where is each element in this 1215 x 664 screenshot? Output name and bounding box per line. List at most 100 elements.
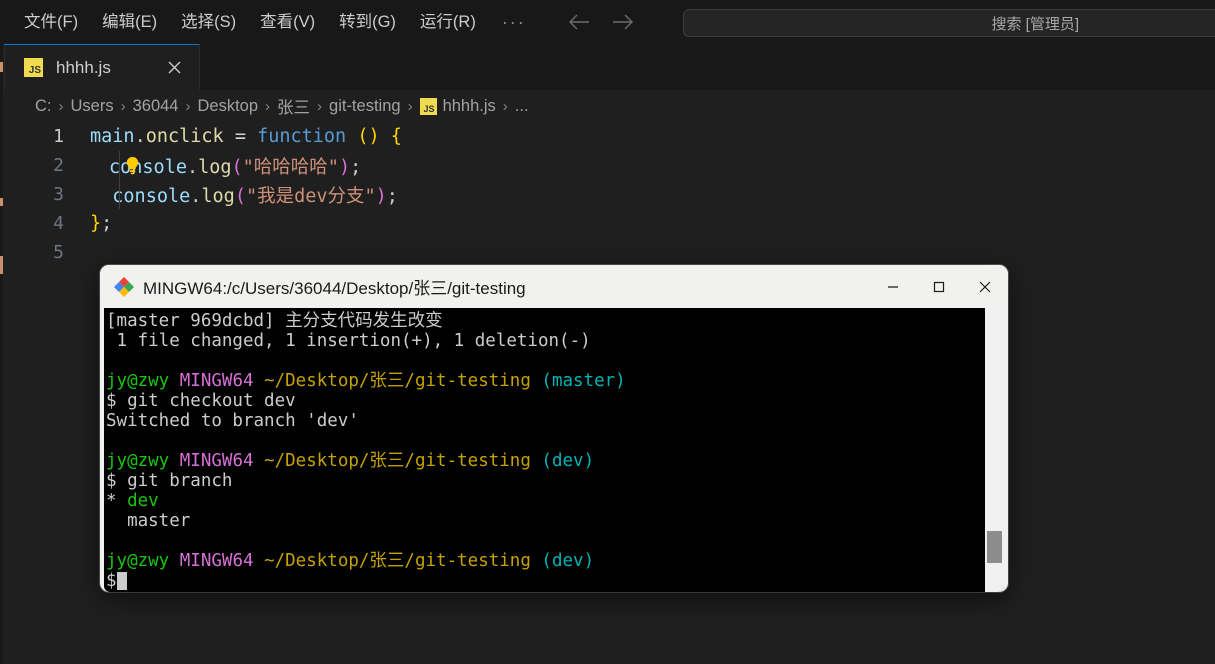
code-line[interactable]: 2 console.log("哈哈哈哈"); [4, 151, 1215, 180]
breadcrumb-item[interactable]: git-testing [329, 97, 401, 116]
code-token: = [234, 126, 246, 147]
code-token: } [90, 213, 102, 234]
terminal-title-bar[interactable]: MINGW64:/c/Users/36044/Desktop/张三/git-te… [100, 265, 1008, 308]
terminal-segment: $ git branch [106, 471, 233, 491]
breadcrumb-item[interactable]: 张三 [277, 94, 310, 118]
terminal-segment: 主分支代码发生改变 [285, 311, 443, 331]
terminal-title-text: MINGW64:/c/Users/36044/Desktop/张三/git-te… [143, 279, 526, 298]
code-text: main.onclick = function () { [90, 126, 402, 147]
terminal-line: jy@zwy MINGW64 ~/Desktop/张三/git-testing … [106, 451, 626, 471]
terminal-output-area[interactable]: [master 969dcbd] 主分支代码发生改变 1 file change… [104, 308, 1004, 592]
breadcrumb-separator: › [120, 97, 126, 115]
activity-bar-mark [0, 198, 3, 206]
code-line[interactable]: 4}; [4, 209, 1215, 238]
menu-file[interactable]: 文件(F) [12, 7, 90, 37]
code-token: ; [386, 185, 398, 207]
code-token: "哈哈哈哈" [242, 156, 339, 178]
code-token: console [109, 156, 187, 178]
code-token: . [134, 126, 146, 147]
terminal-scrollbar[interactable] [985, 308, 1004, 592]
menu-edit[interactable]: 编辑(E) [90, 7, 169, 37]
title-bar: 文件(F) 编辑(E) 选择(S) 查看(V) 转到(G) 运行(R) ··· 搜索 [管… [0, 0, 1215, 44]
terminal-segment: ~/Desktop/张三/git-testing [264, 551, 531, 571]
tab-hhhh-js[interactable]: JS hhhh.js [4, 44, 200, 90]
terminal-line: jy@zwy MINGW64 ~/Desktop/张三/git-testing … [106, 371, 626, 391]
code-text: }; [90, 213, 112, 234]
menu-overflow-button[interactable]: ··· [488, 11, 540, 33]
activity-bar-mark [0, 62, 3, 72]
terminal-line: master [106, 511, 626, 531]
terminal-segment [531, 451, 542, 471]
terminal-segment: jy@zwy [106, 371, 170, 391]
navigation-arrows [562, 7, 640, 37]
breadcrumb-separator: › [407, 97, 413, 115]
close-icon[interactable] [163, 57, 185, 79]
terminal-segment: $ git checkout dev [106, 391, 296, 411]
activity-bar-mark [0, 256, 3, 274]
breadcrumb-item[interactable]: Desktop [197, 97, 258, 116]
terminal-line: Switched to branch 'dev' [106, 411, 626, 431]
terminal-segment [531, 371, 542, 391]
search-input[interactable]: 搜索 [管理员] [683, 9, 1215, 37]
terminal-segment: $ [106, 571, 117, 591]
code-token: function [257, 126, 347, 147]
maximize-button[interactable] [916, 265, 962, 308]
terminal-segment: MINGW64 [179, 451, 254, 471]
line-number: 5 [53, 242, 64, 263]
terminal-line: $ [106, 571, 626, 591]
code-token: . [190, 185, 202, 207]
navigate-back-button[interactable] [562, 7, 596, 37]
terminal-segment [169, 551, 180, 571]
minimize-button[interactable] [870, 265, 916, 308]
js-file-icon: JS [24, 58, 43, 77]
terminal-segment: (dev) [541, 551, 595, 571]
code-token: ( [234, 185, 246, 207]
code-token: ( [231, 156, 243, 178]
code-token: console [112, 185, 191, 207]
window-controls [870, 265, 1008, 308]
breadcrumb-item[interactable]: hhhh.js [443, 97, 496, 116]
breadcrumb-separator: › [185, 97, 191, 115]
code-token: log [201, 185, 235, 207]
code-token: ) [338, 156, 351, 178]
js-file-icon: JS [419, 97, 437, 115]
code-line[interactable]: 3 console.log("我是dev分支"); [4, 180, 1215, 209]
code-token: . [186, 156, 199, 178]
code-token: { [390, 126, 402, 147]
terminal-line: * dev [106, 491, 626, 511]
terminal-segment: ~/Desktop/张三/git-testing [264, 371, 531, 391]
terminal-line: 1 file changed, 1 insertion(+), 1 deleti… [106, 331, 626, 351]
terminal-segment: MINGW64 [179, 371, 254, 391]
breadcrumb-separator: › [265, 97, 271, 115]
close-button[interactable] [962, 265, 1008, 308]
code-line[interactable]: 1 main.onclick = function () { [4, 122, 1215, 151]
menu-run[interactable]: 运行(R) [408, 7, 488, 37]
code-line[interactable]: 5 [4, 238, 1215, 267]
navigate-forward-button[interactable] [606, 7, 640, 37]
search-placeholder-label: 搜索 [管理员] [991, 15, 1079, 33]
menu-go[interactable]: 转到(G) [327, 7, 408, 37]
breadcrumb-separator: › [58, 97, 64, 115]
lightbulb-icon[interactable] [124, 155, 141, 176]
code-token: "我是dev分支" [245, 185, 376, 207]
breadcrumb-item[interactable]: Users [71, 97, 114, 116]
menu-view[interactable]: 查看(V) [248, 7, 327, 37]
breadcrumb-item[interactable]: ... [515, 97, 529, 116]
breadcrumb-separator: › [317, 97, 323, 115]
menu-selection[interactable]: 选择(S) [169, 7, 248, 37]
terminal-segment [531, 551, 542, 571]
breadcrumb-item[interactable]: C: [35, 97, 52, 116]
terminal-text: [master 969dcbd] 主分支代码发生改变 1 file change… [106, 311, 626, 591]
mintty-terminal-window[interactable]: MINGW64:/c/Users/36044/Desktop/张三/git-te… [100, 265, 1008, 592]
terminal-segment: * [106, 491, 128, 511]
terminal-segment: (dev) [541, 451, 595, 471]
terminal-scrollbar-thumb[interactable] [987, 531, 1002, 563]
git-bash-icon [110, 273, 138, 301]
code-token: onclick [145, 126, 224, 147]
breadcrumb-item[interactable]: 36044 [133, 97, 179, 116]
